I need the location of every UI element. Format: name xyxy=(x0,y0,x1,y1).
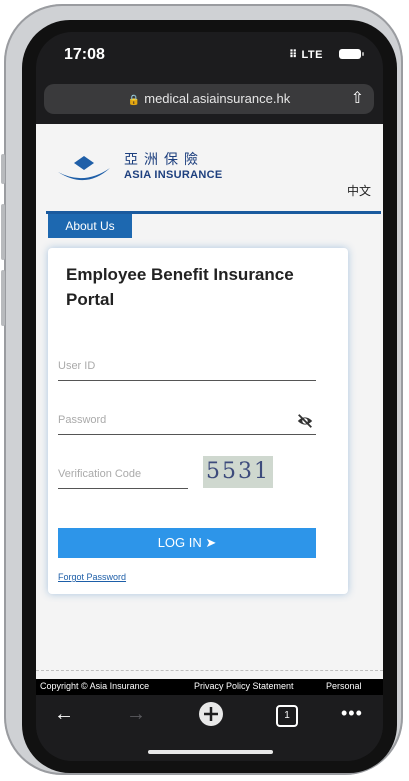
address-bar[interactable]: 🔒 medical.asiainsurance.hk ⇧ xyxy=(44,84,374,114)
page-title: Employee Benefit Insurance Portal xyxy=(66,265,294,309)
side-button xyxy=(1,204,5,260)
login-button[interactable]: LOG IN ➤ xyxy=(58,528,316,558)
side-button xyxy=(1,154,5,184)
network-indicator: ⠿ LTE xyxy=(288,49,323,61)
password-field[interactable]: Password xyxy=(58,412,316,435)
privacy-policy-link[interactable]: Privacy Policy Statement xyxy=(194,681,294,691)
user-id-field[interactable]: User ID xyxy=(58,358,316,381)
footer-bar: Copyright © Asia Insurance Privacy Polic… xyxy=(36,679,383,695)
browser-toolbar: ← → 1 ••• xyxy=(36,695,383,761)
arrow-right-icon: ➤ xyxy=(205,535,217,550)
personal-link[interactable]: Personal xyxy=(326,681,362,691)
captcha-image: 5531 xyxy=(203,456,273,488)
status-bar: 17:08 ⠿ LTE xyxy=(36,32,383,76)
forgot-password-link[interactable]: Forgot Password xyxy=(58,572,126,582)
tabs-icon[interactable]: 1 xyxy=(276,705,298,727)
user-id-placeholder: User ID xyxy=(58,360,96,372)
url-text: medical.asiainsurance.hk xyxy=(144,91,291,106)
logo-chinese-text: 亞洲保險 xyxy=(124,152,204,168)
web-page: 亞洲保險 ASIA INSURANCE 中文 About Us Employee… xyxy=(36,124,383,679)
tab-about-us[interactable]: About Us xyxy=(48,214,132,238)
home-indicator xyxy=(148,750,273,754)
password-placeholder: Password xyxy=(58,414,107,426)
share-icon[interactable]: ⇧ xyxy=(351,88,364,108)
status-time: 17:08 xyxy=(64,46,105,63)
verification-code-field[interactable]: Verification Code xyxy=(58,466,188,489)
forward-arrow-icon[interactable]: → xyxy=(126,703,146,726)
plus-icon[interactable] xyxy=(198,701,224,727)
copyright-text: Copyright © Asia Insurance xyxy=(40,681,150,691)
phone-bezel: 17:08 ⠿ LTE 🔒 medical.asiainsurance.hk ⇧ … xyxy=(22,20,397,773)
verification-placeholder: Verification Code xyxy=(58,468,142,480)
back-arrow-icon[interactable]: ← xyxy=(54,703,74,726)
footer-divider xyxy=(36,670,383,671)
screen: 17:08 ⠿ LTE 🔒 medical.asiainsurance.hk ⇧ … xyxy=(36,32,383,761)
login-card: Employee Benefit Insurance Portal User I… xyxy=(48,248,348,594)
asia-insurance-logo-icon xyxy=(58,156,110,181)
login-button-label: LOG IN xyxy=(157,535,202,550)
lock-icon: 🔒 xyxy=(127,95,141,106)
battery-icon xyxy=(339,49,364,59)
side-button xyxy=(1,270,5,326)
phone-frame: 17:08 ⠿ LTE 🔒 medical.asiainsurance.hk ⇧ … xyxy=(1,4,403,775)
language-toggle[interactable]: 中文 xyxy=(347,182,371,199)
logo-english-text: ASIA INSURANCE xyxy=(124,169,223,181)
more-icon[interactable]: ••• xyxy=(341,703,363,724)
eye-slash-icon[interactable] xyxy=(296,412,314,430)
